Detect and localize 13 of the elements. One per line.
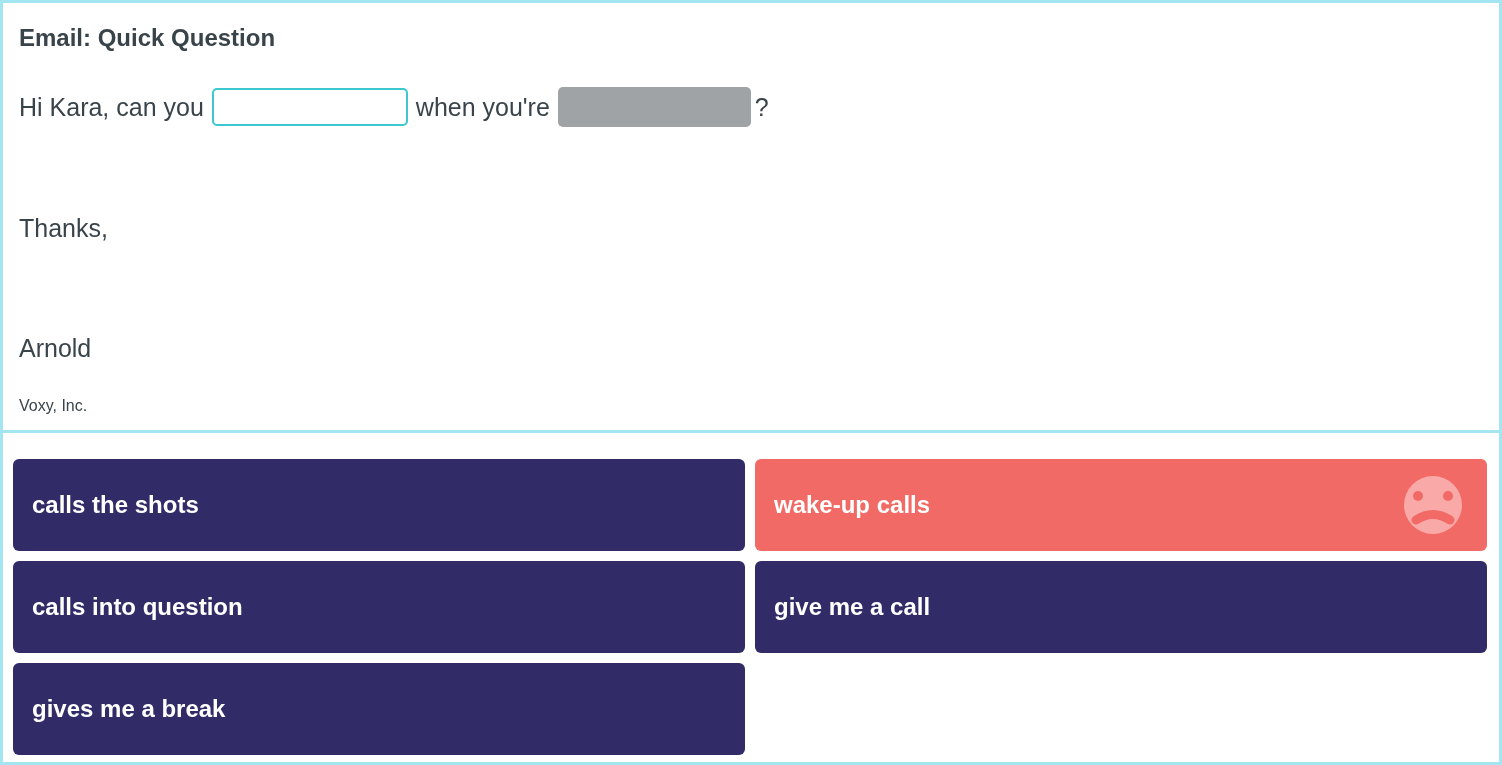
company-name: Voxy, Inc. [19, 396, 89, 416]
sad-face-icon [1404, 476, 1462, 534]
sentence-text: when you're [415, 92, 550, 122]
answer-option-button[interactable]: calls the shots [13, 459, 745, 551]
email-title: Email: Quick Question [19, 23, 277, 53]
sentence-text: Hi Kara, can you [19, 92, 204, 122]
sentence-text: ? [754, 92, 769, 122]
signature-name: Arnold [19, 333, 93, 363]
answer-option-button[interactable]: calls into question [13, 561, 745, 653]
answer-option-button[interactable]: gives me a break [13, 663, 745, 755]
closing-text: Thanks, [19, 213, 109, 243]
answer-blank[interactable] [211, 88, 408, 126]
answer-option-button[interactable]: give me a call [755, 561, 1487, 653]
